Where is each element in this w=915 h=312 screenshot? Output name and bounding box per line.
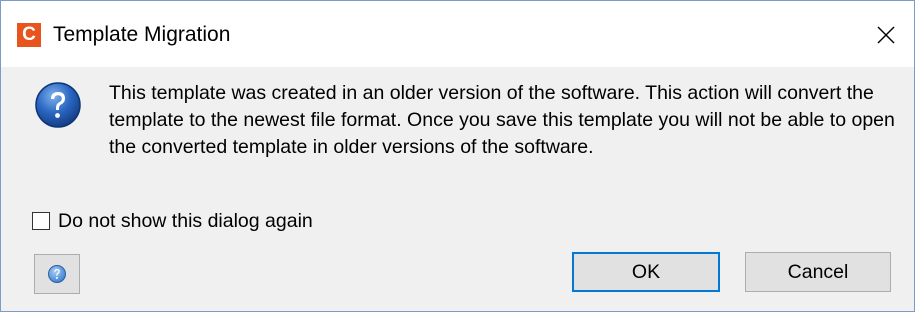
app-logo-icon: C bbox=[17, 23, 41, 47]
template-migration-dialog: C Template Migration This template was c… bbox=[0, 0, 915, 312]
dialog-title: Template Migration bbox=[53, 23, 231, 46]
dialog-body: This template was created in an older ve… bbox=[1, 67, 914, 311]
close-icon bbox=[877, 26, 895, 44]
help-button[interactable] bbox=[34, 254, 80, 294]
dialog-message: This template was created in an older ve… bbox=[109, 82, 895, 158]
title-bar: C Template Migration bbox=[1, 1, 914, 67]
ok-button[interactable]: OK bbox=[572, 252, 720, 292]
dont-show-again-option[interactable]: Do not show this dialog again bbox=[32, 208, 313, 234]
close-button[interactable] bbox=[864, 13, 908, 57]
question-icon bbox=[35, 82, 81, 128]
dont-show-again-label[interactable]: Do not show this dialog again bbox=[58, 208, 313, 234]
cancel-button[interactable]: Cancel bbox=[745, 252, 891, 292]
dont-show-again-checkbox[interactable] bbox=[32, 212, 50, 230]
help-icon bbox=[48, 265, 66, 283]
